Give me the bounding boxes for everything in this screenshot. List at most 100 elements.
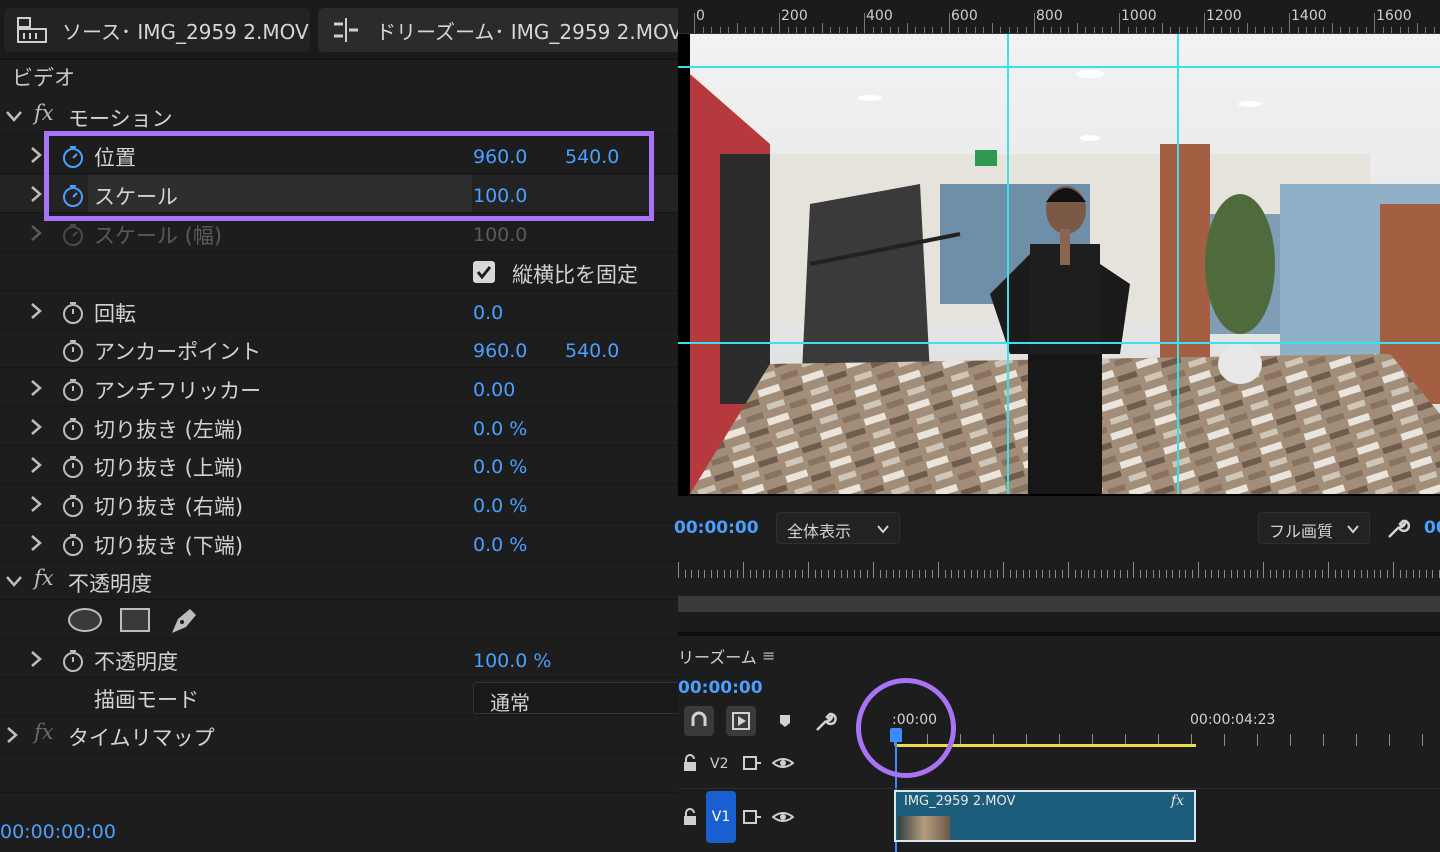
anchor-point-label: アンカーポイント — [94, 340, 262, 364]
stopwatch-icon[interactable] — [60, 300, 86, 326]
scrub-tick — [983, 570, 985, 578]
monitor-timecode[interactable]: 00:00:00 — [674, 518, 759, 538]
track-v1-target[interactable]: V1 — [706, 791, 736, 843]
timeline-sequence-name[interactable]: リーズーム — [678, 644, 757, 668]
scrub-tick — [840, 570, 842, 578]
ruler-tick — [1229, 27, 1231, 33]
effect-controls-timecode[interactable]: 00:00:00:00 — [0, 821, 116, 843]
wrench-icon[interactable] — [1386, 516, 1410, 540]
linked-selection-button[interactable] — [726, 706, 756, 736]
scrub-tick — [801, 570, 803, 578]
guide-line-horizontal[interactable] — [678, 66, 1440, 68]
sync-lock-icon[interactable] — [742, 755, 762, 771]
ruler-label: 1400 — [1291, 8, 1327, 24]
ruler-tick — [1076, 23, 1078, 33]
tab-dolly-zoom[interactable]: ドリーズーム･ IMG_2959 2.MOV — [318, 8, 678, 52]
lock-icon[interactable] — [682, 754, 698, 772]
anchor-x-value[interactable]: 960.0 — [473, 340, 527, 362]
timeline-menu-icon[interactable]: ≡ — [762, 646, 775, 665]
monitor-end-timecode[interactable]: 00 — [1424, 518, 1440, 538]
chevron-right-icon[interactable] — [26, 417, 46, 437]
clip-fx-badge[interactable]: fx — [1171, 793, 1184, 809]
crop-right-row[interactable]: 切り抜き (右端) 0.0 % — [0, 485, 678, 523]
chevron-right-icon[interactable] — [26, 494, 46, 514]
fit-dropdown[interactable]: 全体表示 — [776, 512, 900, 544]
timeline-settings-button[interactable] — [810, 706, 840, 736]
panel-divider — [678, 612, 1440, 636]
pen-mask-icon[interactable] — [168, 605, 200, 635]
monitor-zoom-scrollbar[interactable] — [678, 596, 1440, 612]
rotation-row[interactable]: 回転 0.0 — [0, 292, 678, 330]
quality-dropdown[interactable]: フル画質 — [1258, 512, 1370, 544]
chevron-right-icon[interactable] — [26, 145, 46, 165]
scrub-tick — [1386, 570, 1388, 578]
ruler-tick — [838, 27, 840, 33]
crop-right-value[interactable]: 0.0 % — [473, 495, 527, 517]
opacity-value[interactable]: 100.0 % — [473, 650, 552, 672]
stopwatch-icon[interactable] — [60, 532, 86, 558]
fx-icon[interactable]: fx — [34, 101, 54, 125]
chevron-down-icon[interactable] — [4, 571, 24, 591]
eye-icon[interactable] — [772, 755, 794, 771]
crop-bottom-row[interactable]: 切り抜き (下端) 0.0 % — [0, 524, 678, 562]
chevron-right-icon[interactable] — [26, 301, 46, 321]
chevron-right-icon[interactable] — [26, 533, 46, 553]
rectangle-mask-icon[interactable] — [118, 607, 152, 633]
ellipse-mask-icon[interactable] — [66, 607, 104, 633]
add-marker-button[interactable] — [770, 706, 800, 736]
linked-selection-icon — [732, 712, 750, 730]
sync-lock-icon[interactable] — [742, 809, 762, 825]
scrub-tick — [1230, 570, 1232, 578]
chevron-right-icon[interactable] — [26, 455, 46, 475]
stopwatch-icon[interactable] — [60, 493, 86, 519]
stopwatch-icon[interactable] — [60, 454, 86, 480]
crop-top-row[interactable]: 切り抜き (上端) 0.0 % — [0, 446, 678, 484]
crop-top-value[interactable]: 0.0 % — [473, 456, 527, 478]
program-monitor-viewer[interactable] — [678, 34, 1440, 496]
annotation-highlight-box — [44, 131, 654, 221]
ruler-tick — [1161, 23, 1163, 33]
ruler-tick — [1357, 27, 1358, 33]
anchor-point-row[interactable]: アンカーポイント 960.0 540.0 — [0, 330, 678, 368]
blend-mode-select[interactable]: 通常 — [473, 682, 678, 715]
opacity-group-row[interactable]: fx 不透明度 — [0, 562, 678, 600]
ruler-tick — [1178, 27, 1180, 33]
time-remap-row[interactable]: fx タイムリマップ — [0, 716, 678, 754]
chevron-right-icon[interactable] — [26, 378, 46, 398]
video-clip[interactable]: IMG_2959 2.MOV fx — [894, 790, 1196, 842]
anti-flicker-value[interactable]: 0.00 — [473, 379, 515, 401]
uniform-scale-checkbox[interactable] — [473, 261, 495, 283]
chevron-right-icon — [31, 225, 42, 241]
ruler-tick — [787, 27, 789, 33]
rotation-value[interactable]: 0.0 — [473, 302, 503, 324]
crop-left-row[interactable]: 切り抜き (左端) 0.0 % — [0, 408, 678, 446]
timeline-timecode[interactable]: 00:00:00 — [678, 678, 763, 698]
guide-line-horizontal[interactable] — [678, 342, 1440, 344]
crop-left-value[interactable]: 0.0 % — [473, 418, 527, 440]
fx-icon[interactable]: fx — [34, 566, 54, 590]
scrub-tick — [879, 570, 881, 578]
track-v2-label[interactable]: V2 — [710, 756, 728, 772]
snap-button[interactable] — [684, 706, 714, 736]
eye-icon[interactable] — [772, 809, 794, 825]
tab-source[interactable]: ソース･ IMG_2959 2.MOV — [4, 8, 310, 52]
lock-icon[interactable] — [682, 808, 698, 826]
anti-flicker-row[interactable]: アンチフリッカー 0.00 — [0, 369, 678, 407]
stopwatch-icon[interactable] — [60, 648, 86, 674]
quality-dropdown-label: フル画質 — [1269, 522, 1334, 541]
anchor-y-value[interactable]: 540.0 — [565, 340, 619, 362]
stopwatch-icon[interactable] — [60, 338, 86, 364]
chevron-right-icon[interactable] — [2, 725, 22, 745]
stopwatch-icon[interactable] — [60, 416, 86, 442]
chevron-down-icon[interactable] — [4, 106, 24, 126]
stopwatch-icon[interactable] — [60, 377, 86, 403]
monitor-scrub-ruler[interactable] — [678, 558, 1440, 592]
motion-group-row[interactable]: fx モーション — [0, 97, 678, 135]
crop-bottom-value[interactable]: 0.0 % — [473, 534, 527, 556]
chevron-right-icon[interactable] — [26, 649, 46, 669]
scrub-tick — [1354, 570, 1355, 578]
timeline-panel: リーズーム ≡ 00:00:00 :00:00 00:00:04:23 V2 V… — [678, 638, 1440, 852]
opacity-row[interactable]: 不透明度 100.0 % — [0, 640, 678, 678]
chevron-right-icon[interactable] — [26, 184, 46, 204]
magnet-icon — [691, 711, 707, 726]
